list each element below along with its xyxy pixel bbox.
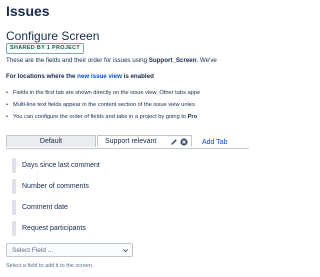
info-bullet: You can configure the order of fields an…: [6, 111, 200, 123]
bullet-bold-text: Pro: [187, 114, 198, 120]
bullet-text: You can configure the order of fields an…: [13, 114, 188, 120]
intro-screen-name: Support_Screen: [148, 57, 197, 64]
subhead-suffix: is enabled: [121, 73, 154, 80]
tab-label: Default: [39, 138, 63, 145]
subhead-prefix: For locations where the: [6, 73, 78, 80]
new-issue-view-heading: For locations where the new issue view i…: [6, 73, 154, 80]
field-label: Comment date: [22, 204, 68, 211]
page-title: Issues: [6, 3, 50, 19]
shared-by-projects-badge[interactable]: SHARED BY 1 PROJECT: [6, 43, 85, 54]
tab-support-relevant[interactable]: Support relevant: [97, 135, 192, 147]
tab-label: Support relevant: [105, 138, 157, 145]
add-tab-link[interactable]: Add Tab: [202, 137, 228, 149]
new-issue-view-link[interactable]: new issue view: [77, 73, 122, 80]
screen-tabs: Default Support relevant Add Tab: [6, 135, 249, 149]
field-label: Number of comments: [22, 183, 89, 190]
intro-suffix: . We've: [196, 57, 217, 64]
field-row[interactable]: Comment date: [12, 199, 142, 217]
field-row[interactable]: Number of comments: [12, 178, 142, 196]
select-field-dropdown[interactable]: Select Field ...: [6, 243, 133, 257]
info-bullet: Multi-line text fields appear in the con…: [6, 99, 200, 111]
info-bullet: Fields in the first tab are shown direct…: [6, 87, 200, 99]
pencil-icon[interactable]: [170, 138, 178, 146]
drag-handle[interactable]: [12, 200, 16, 215]
select-field-help-text: Select a field to add it to the screen.: [6, 263, 94, 269]
bullet-text: Multi-line text fields appear in the con…: [13, 102, 195, 108]
field-row[interactable]: Request participants: [12, 220, 142, 238]
field-label: Days since last comment: [22, 162, 100, 169]
drag-handle[interactable]: [12, 179, 16, 194]
drag-handle[interactable]: [12, 158, 16, 173]
intro-prefix: These are the fields and their order for…: [6, 57, 149, 64]
intro-text: These are the fields and their order for…: [6, 57, 217, 64]
info-bullet-list: Fields in the first tab are shown direct…: [6, 87, 200, 123]
drag-handle[interactable]: [12, 221, 16, 236]
screen-title: Configure Screen: [6, 29, 100, 43]
chevron-down-icon: [123, 249, 128, 253]
field-row[interactable]: Days since last comment: [12, 157, 142, 175]
close-icon[interactable]: [180, 138, 188, 146]
tab-default[interactable]: Default: [6, 135, 96, 147]
select-field-placeholder: Select Field ...: [12, 247, 54, 254]
field-label: Request participants: [22, 225, 86, 232]
bullet-text: Fields in the first tab are shown direct…: [13, 90, 201, 96]
configure-screen-page: Issues Configure Screen SHARED BY 1 PROJ…: [0, 0, 249, 277]
